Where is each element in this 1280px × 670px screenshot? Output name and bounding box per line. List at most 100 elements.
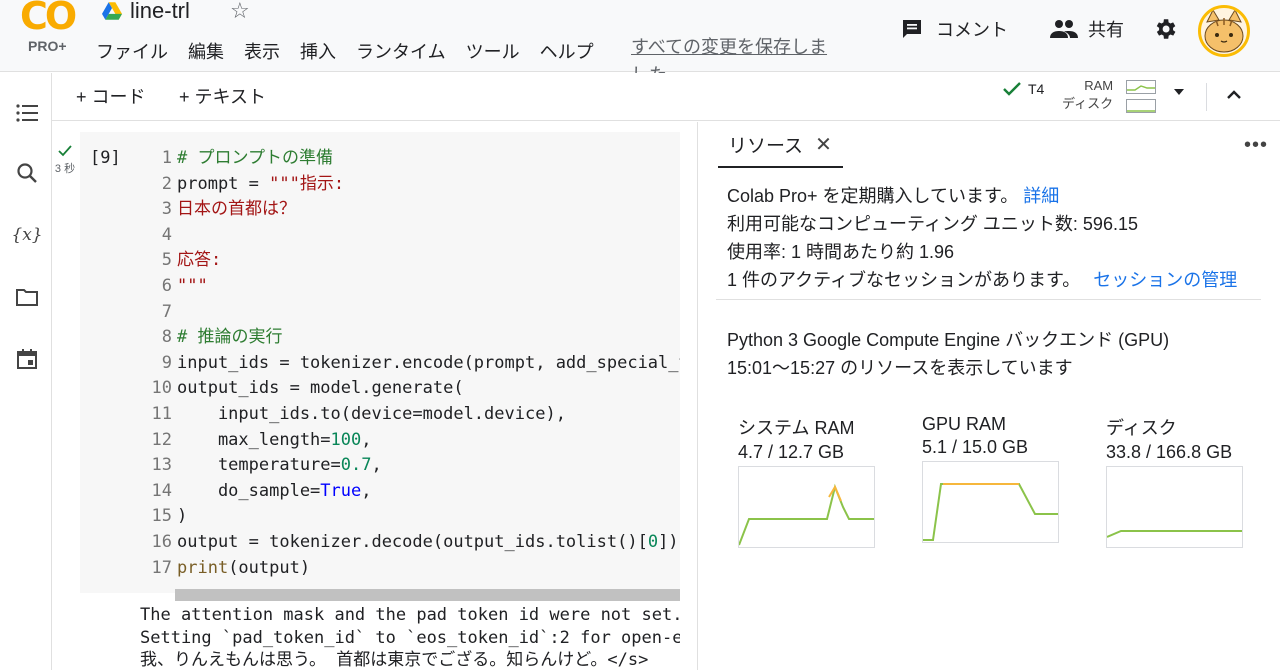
- code-line[interactable]: 1 # プロンプトの準備: [142, 146, 680, 172]
- gpu-ram-chart: [922, 461, 1059, 543]
- backend-text: Python 3 Google Compute Engine バックエンド (G…: [727, 330, 1170, 350]
- code-line[interactable]: 13 temperature=0.7,: [142, 453, 680, 479]
- line-number: 12: [151, 429, 172, 450]
- line-number: 2: [161, 173, 172, 194]
- left-side-rail: {x}: [0, 73, 52, 670]
- menu-insert[interactable]: 挿入: [300, 38, 336, 64]
- close-icon[interactable]: ✕: [815, 132, 832, 157]
- menu-bar: ファイル 編集 表示 挿入 ランタイム ツール ヘルプ: [96, 38, 614, 64]
- line-number: 17: [151, 557, 172, 578]
- settings-gear-icon[interactable]: [1152, 16, 1178, 42]
- menu-help[interactable]: ヘルプ: [540, 38, 594, 64]
- code-line[interactable]: 9 input_ids = tokenizer.encode(prompt, ad…: [142, 351, 680, 377]
- user-avatar[interactable]: [1198, 5, 1250, 57]
- ram-disk-labels: RAM ディスク: [1062, 77, 1113, 113]
- subscription-info: Colab Pro+ を定期購入しています。 詳細: [727, 182, 1059, 208]
- code-editor[interactable]: 1 # プロンプトの準備 2 prompt = """指示: 3 日本の首都は？ 4 5 応答:…: [142, 146, 680, 581]
- line-number: 16: [151, 531, 172, 552]
- code-text: input_ids.to(device=model.device),: [177, 403, 566, 424]
- code-line[interactable]: 12 max_length=100,: [142, 428, 680, 454]
- code-text: 日本の首都は？: [177, 199, 296, 220]
- system-ram-peak: [828, 484, 842, 502]
- more-options-icon[interactable]: •••: [1244, 134, 1268, 157]
- cell-exec-time: 3 秒: [54, 163, 76, 175]
- line-number: 6: [161, 275, 172, 296]
- ram-mini-bar: [1126, 80, 1156, 94]
- code-cell[interactable]: [9] 1 # プロンプトの準備 2 prompt = """指示: 3 日本の首都は？ 4…: [80, 132, 680, 601]
- horizontal-scrollbar[interactable]: [175, 589, 680, 601]
- toolbar-divider: [1206, 83, 1207, 111]
- menu-tools[interactable]: ツール: [466, 38, 520, 64]
- gpu-ram-line: [923, 483, 1058, 541]
- code-line[interactable]: 14 do_sample=True,: [142, 479, 680, 505]
- notebook-title[interactable]: line-trl: [130, 0, 190, 24]
- people-icon: [1050, 20, 1078, 38]
- code-line[interactable]: 6 """: [142, 274, 680, 300]
- gauge-value: 33.8 / 166.8 GB: [1106, 442, 1233, 462]
- system-ram-line: [739, 483, 874, 546]
- notebook-toolbar: + コード + テキスト T4 RAM ディスク: [52, 73, 1280, 121]
- share-button[interactable]: 共有: [1050, 16, 1124, 42]
- star-icon[interactable]: ☆: [230, 0, 250, 24]
- add-code-button[interactable]: + コード: [76, 83, 146, 109]
- subscription-details-link[interactable]: 詳細: [1023, 186, 1059, 206]
- code-line[interactable]: 10 output_ids = model.generate(: [142, 376, 680, 402]
- code-text: ): [177, 506, 188, 527]
- line-number: 13: [151, 455, 172, 476]
- line-number: 15: [151, 506, 172, 527]
- manage-sessions-link[interactable]: セッションの管理: [1093, 270, 1237, 290]
- code-line[interactable]: 11 input_ids.to(device=model.device),: [142, 402, 680, 428]
- search-icon[interactable]: [15, 161, 39, 185]
- share-label: 共有: [1088, 20, 1124, 40]
- comment-icon: [903, 20, 921, 38]
- code-text: input_ids = tokenizer.encode(prompt, add…: [177, 352, 680, 373]
- chevron-down-icon[interactable]: [1172, 87, 1186, 97]
- line-number: 4: [161, 224, 172, 245]
- variables-icon[interactable]: {x}: [11, 223, 42, 247]
- save-status[interactable]: すべての変更を保存しました: [631, 33, 841, 73]
- cell-output: The attention mask and the pad token id …: [140, 604, 680, 670]
- code-line[interactable]: 2 prompt = """指示:: [142, 172, 680, 198]
- code-line[interactable]: 16 output = tokenizer.decode(output_ids.t…: [142, 530, 680, 556]
- table-of-contents-icon[interactable]: [15, 101, 39, 125]
- menu-edit[interactable]: 編集: [188, 38, 224, 64]
- line-number: 10: [151, 378, 172, 399]
- code-text: do_sample=True,: [177, 480, 372, 501]
- gauge-value: 5.1 / 15.0 GB: [922, 437, 1029, 457]
- menu-file[interactable]: ファイル: [96, 38, 168, 64]
- code-line[interactable]: 17 print(output): [142, 556, 680, 582]
- menu-runtime[interactable]: ランタイム: [356, 38, 446, 64]
- add-text-button[interactable]: + テキスト: [179, 83, 266, 109]
- colab-logo-text: CO: [20, 0, 77, 38]
- system-ram-gauge: システム RAM 4.7 / 12.7 GB: [738, 414, 888, 548]
- checkmark-icon: [58, 145, 72, 157]
- line-number: 5: [161, 250, 172, 271]
- colab-logo[interactable]: CO PRO+: [20, 0, 82, 62]
- chevron-up-icon[interactable]: [1224, 85, 1244, 105]
- comment-button[interactable]: コメント: [900, 16, 1008, 42]
- code-line[interactable]: 3 日本の首都は？: [142, 197, 680, 223]
- google-drive-icon[interactable]: [102, 2, 122, 20]
- runtime-status[interactable]: T4: [1002, 81, 1044, 97]
- line-number: 8: [161, 327, 172, 348]
- code-line[interactable]: 8 # 推論の実行: [142, 325, 680, 351]
- code-line[interactable]: 15): [142, 504, 680, 530]
- folder-icon[interactable]: [15, 285, 39, 309]
- gauge-title: システム RAM: [738, 418, 855, 438]
- gpu-ram-gauge: GPU RAM 5.1 / 15.0 GB: [922, 414, 1072, 543]
- calendar-icon[interactable]: [15, 347, 39, 371]
- tab-resources[interactable]: リソース ✕: [718, 122, 843, 168]
- code-line[interactable]: 5 応答:: [142, 248, 680, 274]
- code-line[interactable]: 7: [142, 300, 680, 326]
- sessions-info: 1 件のアクティブなセッションがあります。 セッションの管理: [727, 266, 1237, 292]
- menu-view[interactable]: 表示: [244, 38, 280, 64]
- tab-resources-label: リソース: [728, 135, 804, 157]
- sessions-text: 1 件のアクティブなセッションがあります。: [727, 270, 1081, 290]
- subscription-text: Colab Pro+ を定期購入しています。: [727, 186, 1019, 206]
- line-number: 11: [151, 403, 172, 424]
- code-line[interactable]: 4: [142, 223, 680, 249]
- code-text: prompt = """指示:: [177, 173, 345, 194]
- system-ram-chart: [738, 466, 875, 548]
- line-number: 14: [151, 480, 172, 501]
- compute-units-text: 利用可能なコンピューティング ユニット数: 596.15: [727, 214, 1138, 234]
